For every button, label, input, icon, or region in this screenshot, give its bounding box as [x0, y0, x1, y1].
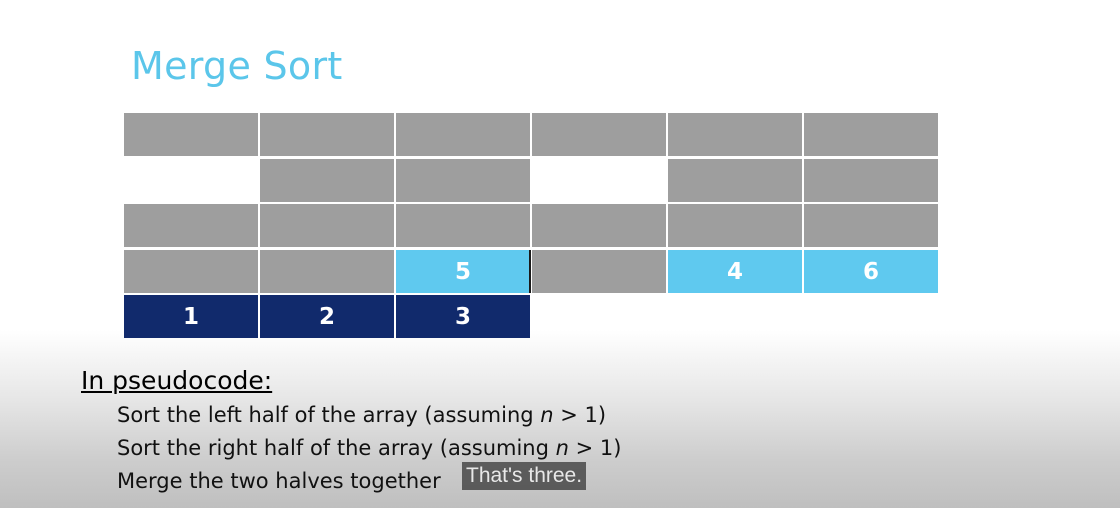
array-cell	[532, 204, 666, 247]
array-cell	[124, 113, 258, 156]
sorted-cell-value: 1	[124, 295, 258, 338]
array-cell	[396, 159, 530, 202]
array-cell	[532, 250, 666, 293]
pseudocode-line: Sort the right half of the array (assumi…	[117, 436, 622, 460]
array-cell	[668, 204, 802, 247]
array-cell	[260, 113, 394, 156]
array-cell	[804, 204, 938, 247]
array-cell-value: 6	[804, 250, 938, 293]
array-cell	[260, 204, 394, 247]
array-cell	[396, 204, 530, 247]
array-cell	[396, 113, 530, 156]
split-divider	[529, 250, 531, 293]
array-cell	[804, 159, 938, 202]
pseudocode-line: Merge the two halves together	[117, 469, 441, 493]
array-cell	[124, 250, 258, 293]
pseudocode-line: Sort the left half of the array (assumin…	[117, 403, 607, 427]
array-cell	[260, 159, 394, 202]
slide-title: Merge Sort	[131, 44, 343, 88]
pseudocode-heading: In pseudocode:	[81, 366, 273, 395]
array-cell	[804, 113, 938, 156]
sorted-cell-value: 2	[260, 295, 394, 338]
sorted-cell-value: 3	[396, 295, 530, 338]
array-cell	[260, 250, 394, 293]
array-cell	[668, 113, 802, 156]
array-cell-value: 5	[396, 250, 530, 293]
array-cell-value: 4	[668, 250, 802, 293]
array-cell	[124, 204, 258, 247]
array-cell	[668, 159, 802, 202]
subtitle-caption: That's three.	[462, 462, 587, 490]
array-cell	[532, 113, 666, 156]
